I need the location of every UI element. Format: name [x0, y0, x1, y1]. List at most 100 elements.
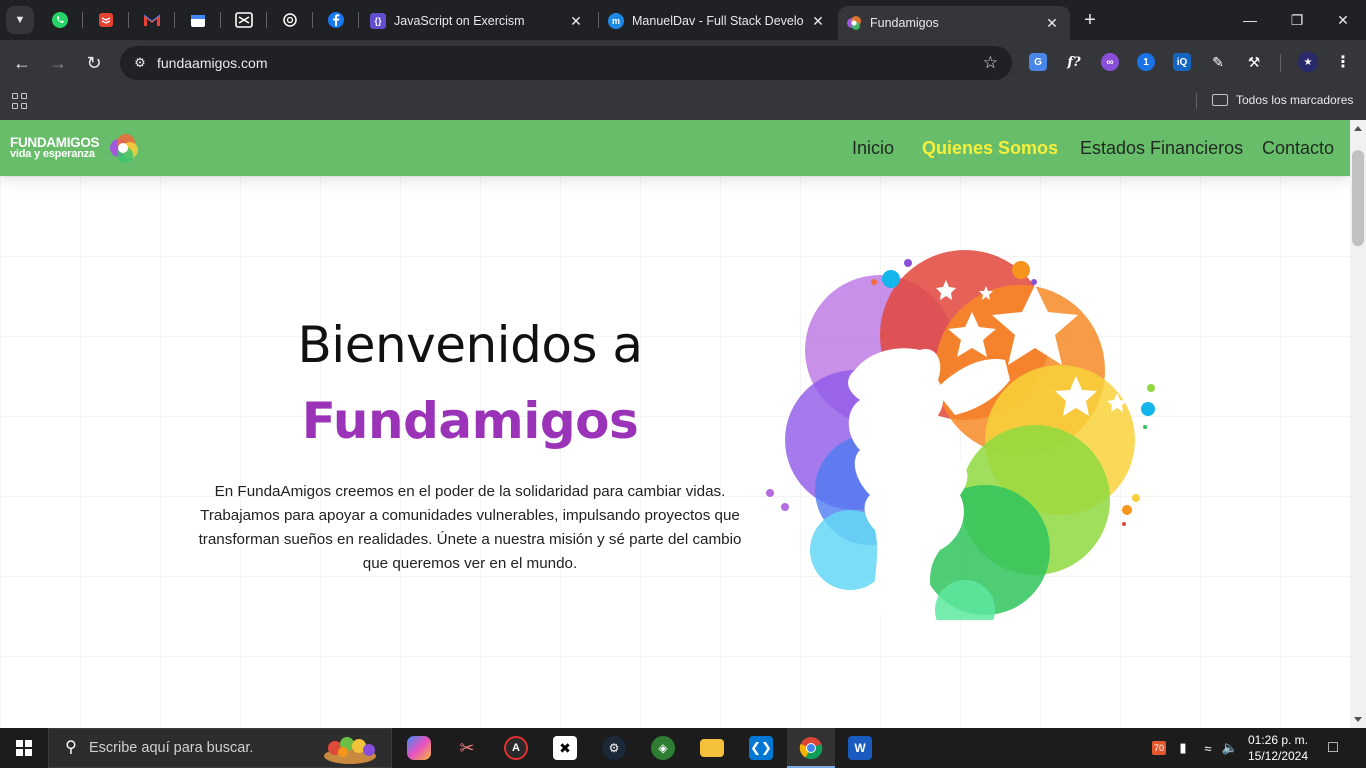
tab-exercism[interactable]: {} JavaScript on Exercism ✕: [362, 7, 594, 34]
tray-app-badge[interactable]: 70: [1150, 728, 1168, 768]
tab-fundamigos[interactable]: Fundamigos ✕: [838, 6, 1070, 40]
system-clock[interactable]: 01:26 p. m. 15/12/2024: [1240, 732, 1316, 764]
reload-icon: ↻: [86, 53, 102, 73]
site-navbar: FUNDAMIGOS vida y esperanza Inicio Quien…: [0, 120, 1350, 176]
taskbar-snipping-tool[interactable]: ✂: [443, 728, 491, 768]
gmail-icon: [143, 14, 161, 26]
back-button[interactable]: ←: [10, 51, 34, 75]
windows-logo-icon: [16, 740, 32, 756]
close-icon: ✕: [1337, 12, 1349, 28]
taskbar-chrome[interactable]: [787, 728, 835, 768]
taskbar-copilot[interactable]: [395, 728, 443, 768]
hero-title: Bienvenidos a: [297, 316, 644, 374]
hero-brand-title: Fundamigos: [301, 392, 639, 450]
pinned-tab-chatgpt[interactable]: [278, 8, 302, 32]
all-bookmarks-button[interactable]: Todos los marcadores: [1212, 93, 1353, 107]
browser-toolbar: ← → ↻ ⚙ fundaamigos.com ☆ G f? ∞ 1 iQ ✎ …: [0, 40, 1366, 86]
steam-icon: ⚙: [602, 736, 626, 760]
bookmark-star-icon[interactable]: ☆: [983, 51, 998, 75]
all-bookmarks-label: Todos los marcadores: [1236, 93, 1354, 107]
tab-strip: ▼ {} JavaScript on Exercism ✕ m ManuelDa…: [0, 0, 1366, 40]
snipping-tool-icon: ✂: [459, 737, 475, 758]
scroll-down-arrow-icon[interactable]: [1354, 717, 1362, 722]
arrow-right-icon: →: [49, 53, 67, 73]
wifi-icon[interactable]: ≈: [1198, 728, 1218, 768]
taskbar-word[interactable]: W: [836, 728, 884, 768]
plus-icon: +: [1084, 9, 1096, 31]
pinned-tab-capcut[interactable]: [232, 8, 256, 32]
pinned-tab-todoist[interactable]: [94, 8, 118, 32]
pinned-tab-gmail[interactable]: [140, 8, 164, 32]
scroll-up-arrow-icon[interactable]: [1354, 126, 1362, 131]
chrome-icon: [799, 737, 823, 760]
address-url[interactable]: fundaamigos.com: [157, 55, 268, 71]
nav-estados-financieros[interactable]: Estados Financieros: [1080, 138, 1243, 159]
google-translate-icon[interactable]: G: [1029, 53, 1047, 71]
tab-separator: [598, 12, 599, 28]
logo-emblem-icon: [110, 134, 138, 163]
address-bar[interactable]: ⚙ fundaamigos.com ☆: [120, 46, 1012, 80]
manueldav-icon: m: [608, 12, 624, 29]
extension-purple-icon[interactable]: ∞: [1101, 53, 1119, 71]
tab-title: JavaScript on Exercism: [394, 13, 525, 28]
pinned-tab-calendar[interactable]: [186, 8, 210, 32]
taskbar-search-box[interactable]: ⚲ Escribe aquí para buscar.: [48, 728, 392, 768]
tune-icon: ⚙: [134, 55, 146, 70]
clock-time: 01:26 p. m.: [1247, 733, 1309, 747]
close-icon[interactable]: ✕: [568, 13, 584, 29]
battery-icon[interactable]: ▮: [1174, 728, 1192, 768]
page-viewport: FUNDAMIGOS vida y esperanza Inicio Quien…: [0, 120, 1366, 728]
menu-kebab-icon[interactable]: ⋮: [1334, 53, 1352, 71]
close-window-button[interactable]: ✕: [1331, 8, 1355, 32]
taskbar-steam[interactable]: ⚙: [590, 728, 638, 768]
nav-quienes-somos[interactable]: Quienes Somos: [922, 138, 1058, 159]
taskbar-search-placeholder: Escribe aquí para buscar.: [89, 740, 254, 756]
tab-manueldav[interactable]: m ManuelDav - Full Stack Develop ✕: [600, 7, 836, 34]
start-button[interactable]: [0, 728, 48, 768]
new-tab-button[interactable]: +: [1079, 9, 1101, 31]
speaker-muted-icon[interactable]: 🔈: [1220, 728, 1240, 768]
page-scrollbar[interactable]: [1350, 120, 1366, 728]
apps-grid-icon[interactable]: [12, 93, 28, 109]
arrow-left-icon: ←: [13, 53, 31, 73]
nav-contacto[interactable]: Contacto: [1262, 138, 1334, 159]
tray-badge: 70: [1151, 741, 1166, 755]
taskbar-gecko[interactable]: ◈: [639, 728, 687, 768]
logo-subtitle: vida y esperanza: [10, 148, 95, 160]
tab-title: ManuelDav - Full Stack Develop: [632, 13, 804, 28]
windows-taskbar: ⚲ Escribe aquí para buscar. ✂ A ✖ ⚙ ◈ ❮❯: [0, 728, 1366, 768]
taskbar-vscode[interactable]: ❮❯: [737, 728, 785, 768]
site-logo[interactable]: FUNDAMIGOS vida y esperanza: [10, 132, 142, 166]
nav-inicio[interactable]: Inicio: [852, 138, 894, 159]
hero-paragraph: En FundaAmigos creemos en el poder de la…: [198, 483, 742, 572]
vscode-icon: ❮❯: [749, 736, 773, 760]
font-finder-icon[interactable]: f?: [1065, 53, 1083, 71]
profile-avatar[interactable]: ★: [1298, 52, 1318, 72]
forward-button[interactable]: →: [46, 51, 70, 75]
taskbar-file-explorer[interactable]: [688, 728, 736, 768]
minimize-button[interactable]: —: [1238, 8, 1262, 32]
close-icon[interactable]: ✕: [1044, 15, 1060, 31]
chatgpt-icon: [283, 13, 297, 27]
tab-separator: [358, 12, 359, 28]
fundamigos-icon: [846, 15, 862, 31]
onepassword-icon[interactable]: 1: [1137, 53, 1155, 71]
pinned-tab-whatsapp[interactable]: [48, 8, 72, 32]
eyedropper-icon[interactable]: ✎: [1209, 53, 1227, 71]
extension-blue-icon[interactable]: iQ: [1173, 53, 1191, 71]
file-explorer-icon: [700, 739, 724, 757]
extensions-puzzle-icon[interactable]: ⚒: [1245, 53, 1263, 71]
reload-button[interactable]: ↻: [82, 51, 106, 75]
site-info-button[interactable]: ⚙: [128, 51, 152, 75]
taskbar-capcut[interactable]: ✖: [541, 728, 589, 768]
restore-button[interactable]: ❐: [1285, 8, 1309, 32]
scrollbar-thumb[interactable]: [1352, 150, 1364, 246]
notifications-icon[interactable]: □: [1320, 728, 1346, 768]
taskbar-app-a[interactable]: A: [492, 728, 540, 768]
search-icon: ⚲: [65, 739, 77, 756]
search-highlight-icon: [324, 737, 376, 764]
pinned-tab-facebook[interactable]: [324, 8, 348, 32]
folder-icon: [1212, 94, 1228, 106]
close-icon[interactable]: ✕: [810, 13, 826, 29]
tab-search-button[interactable]: ▼: [6, 6, 34, 34]
